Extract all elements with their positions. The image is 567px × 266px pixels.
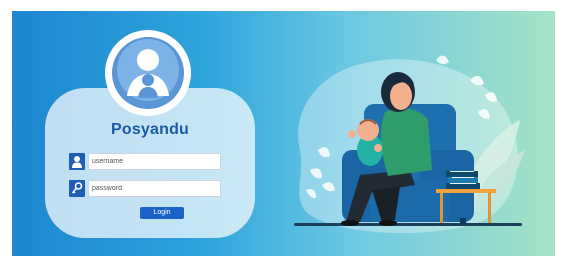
password-row (69, 180, 221, 197)
user-icon (69, 153, 85, 170)
login-button[interactable]: Login (140, 207, 184, 219)
username-input[interactable] (88, 153, 221, 170)
mother-and-child-logo-icon (112, 37, 184, 109)
key-icon (69, 180, 85, 197)
password-input[interactable] (88, 180, 221, 197)
username-row (69, 153, 221, 170)
app-title: Posyandu (110, 121, 190, 138)
logo-container (105, 30, 191, 116)
